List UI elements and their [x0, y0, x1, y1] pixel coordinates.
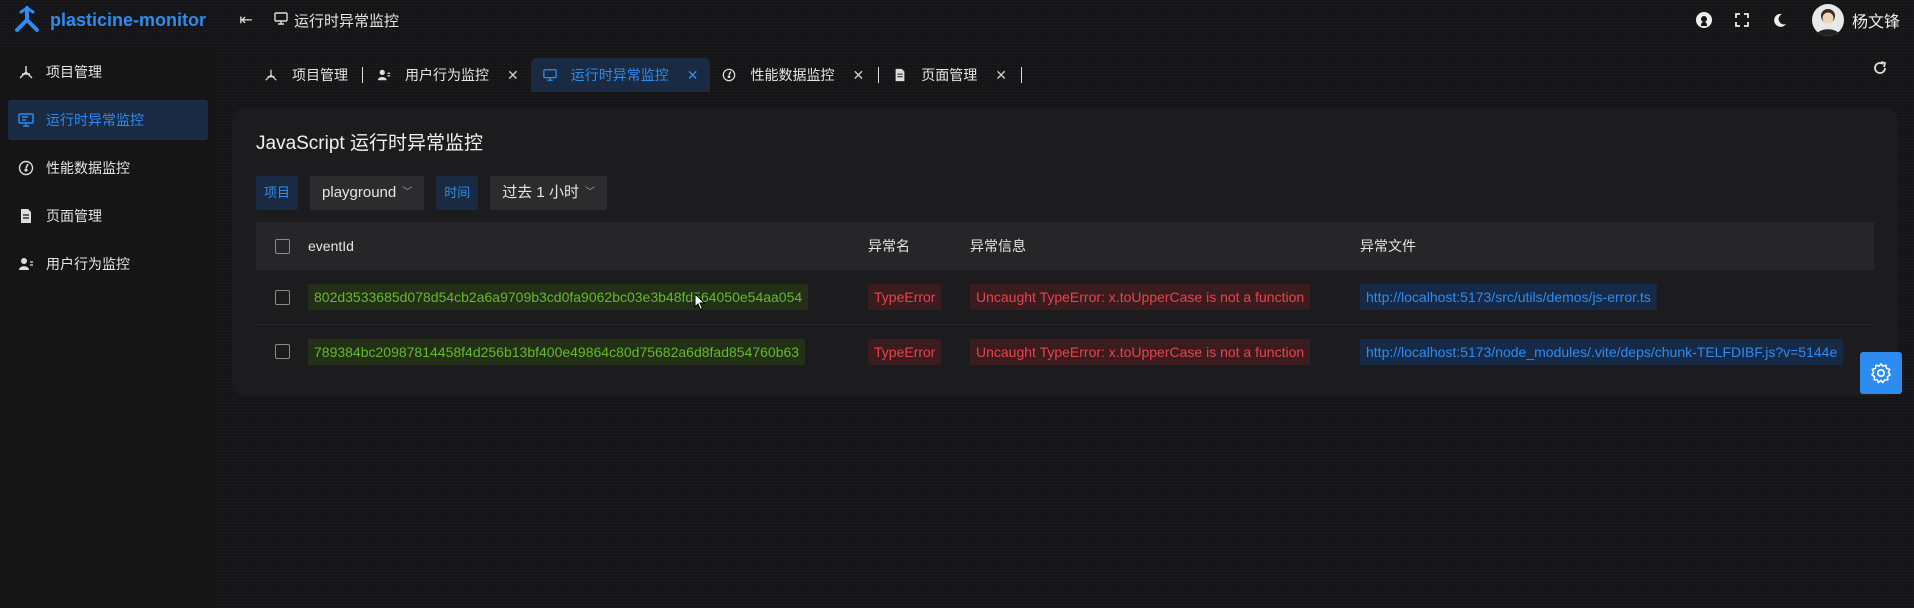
- page-title: 运行时异常监控: [294, 12, 400, 30]
- project-select-value: playground: [322, 184, 397, 201]
- gear-icon: [1871, 363, 1891, 384]
- tab-performance[interactable]: 性能数据监控 ✕: [710, 58, 876, 92]
- user-behavior-icon: [377, 68, 391, 82]
- main-card: JavaScript 运行时异常监控 项目 playground ﹀ 时间 过去…: [232, 108, 1898, 396]
- user-name[interactable]: 杨文锋: [1852, 8, 1900, 32]
- performance-icon: [16, 160, 36, 176]
- sidebar-item-label: 性能数据监控: [46, 160, 130, 176]
- top-bar: plasticine-monitor ⇤ 运行时异常监控 杨文锋: [0, 0, 1914, 40]
- dark-mode-icon[interactable]: [1770, 10, 1790, 30]
- time-select[interactable]: 过去 1 小时 ﹀: [490, 176, 607, 210]
- page-icon: [16, 208, 36, 224]
- column-header[interactable]: eventId: [308, 238, 868, 254]
- monitor-icon: [16, 112, 36, 128]
- sidebar-item-label: 页面管理: [46, 208, 102, 224]
- sidebar-item-label: 运行时异常监控: [46, 112, 144, 128]
- table-row[interactable]: 789384bc20987814458f4d256b13bf400e49864c…: [256, 324, 1874, 378]
- tab-project[interactable]: 项目管理: [252, 58, 360, 92]
- error-message: Uncaught TypeError: x.toUpperCase is not…: [970, 284, 1311, 310]
- error-name: TypeError: [868, 338, 942, 365]
- project-select[interactable]: playground ﹀: [310, 176, 425, 210]
- sidebar-item-pages[interactable]: 页面管理: [8, 196, 208, 236]
- refresh-icon[interactable]: [1872, 60, 1888, 80]
- page-icon: [893, 68, 907, 82]
- close-icon[interactable]: ✕: [995, 67, 1007, 84]
- chevron-down-icon: ﹀: [402, 187, 413, 198]
- close-icon[interactable]: ✕: [687, 67, 699, 84]
- tab-divider: [878, 67, 880, 83]
- event-id[interactable]: 802d3533685d078d54cb2a6a9709b3cd0fa9062b…: [308, 284, 809, 310]
- error-message: Uncaught TypeError: x.toUpperCase is not…: [970, 338, 1311, 365]
- project-filter-label: 项目: [256, 176, 299, 210]
- breadcrumb: 运行时异常监控: [274, 10, 399, 31]
- tab-pages[interactable]: 页面管理 ✕: [881, 58, 1019, 92]
- logo-icon: [15, 6, 39, 32]
- top-right-actions: 杨文锋: [1676, 0, 1900, 40]
- error-file-link[interactable]: http://localhost:5173/src/utils/demos/js…: [1360, 284, 1657, 310]
- error-name: TypeError: [868, 284, 942, 310]
- card-title: JavaScript 运行时异常监控: [256, 133, 483, 154]
- sidebar-item-label: 用户行为监控: [46, 256, 130, 272]
- project-icon: [264, 68, 278, 82]
- filter-bar: 项目 playground ﹀ 时间 过去 1 小时 ﹀: [256, 176, 619, 210]
- monitor-icon: [274, 11, 288, 29]
- tab-runtime-errors[interactable]: 运行时异常监控 ✕: [530, 58, 711, 92]
- table-header: eventId 异常名 异常信息 异常文件: [256, 222, 1874, 270]
- mouse-cursor-icon: [694, 293, 706, 311]
- sidebar-item-project[interactable]: 项目管理: [8, 52, 208, 92]
- tab-label: 页面管理: [921, 67, 978, 83]
- time-filter-label: 时间: [436, 176, 479, 210]
- tab-divider: [1020, 67, 1022, 83]
- collapse-sidebar-icon[interactable]: ⇤: [236, 10, 256, 30]
- close-icon[interactable]: ✕: [852, 67, 864, 84]
- column-header[interactable]: 异常文件: [1360, 236, 1874, 256]
- settings-button[interactable]: [1860, 352, 1902, 394]
- sidebar-item-user-behavior[interactable]: 用户行为监控: [8, 244, 208, 284]
- table-row[interactable]: 802d3533685d078d54cb2a6a9709b3cd0fa9062b…: [256, 270, 1874, 324]
- column-header[interactable]: 异常信息: [970, 236, 1360, 256]
- error-table: eventId 异常名 异常信息 异常文件 802d3533685d078d54…: [256, 222, 1874, 378]
- tab-label: 运行时异常监控: [570, 67, 669, 83]
- column-header[interactable]: 异常名: [868, 236, 970, 256]
- logo[interactable]: plasticine-monitor: [12, 5, 232, 35]
- sidebar-item-performance[interactable]: 性能数据监控: [8, 148, 208, 188]
- select-all-checkbox[interactable]: [274, 238, 290, 254]
- monitor-icon: [542, 68, 557, 82]
- chevron-down-icon: ﹀: [584, 187, 595, 198]
- sidebar-item-label: 项目管理: [46, 64, 102, 80]
- user-behavior-icon: [16, 256, 36, 272]
- tab-label: 用户行为监控: [405, 67, 489, 83]
- event-id[interactable]: 789384bc20987814458f4d256b13bf400e49864c…: [308, 338, 806, 365]
- github-icon[interactable]: [1694, 10, 1714, 30]
- fullscreen-icon[interactable]: [1732, 10, 1752, 30]
- error-file-link[interactable]: http://localhost:5173/node_modules/.vite…: [1360, 338, 1844, 365]
- time-select-value: 过去 1 小时: [502, 184, 579, 201]
- tab-user-behavior[interactable]: 用户行为监控 ✕: [365, 58, 531, 92]
- tab-bar: 项目管理 用户行为监控 ✕ 运行时异常监控 ✕ 性能数据监控 ✕ 页面管理 ✕: [252, 58, 1024, 92]
- sidebar-item-runtime-errors[interactable]: 运行时异常监控: [8, 100, 208, 140]
- row-checkbox[interactable]: [274, 289, 290, 305]
- close-icon[interactable]: ✕: [507, 67, 519, 84]
- avatar[interactable]: [1811, 4, 1844, 36]
- app-name: plasticine-monitor: [50, 9, 207, 30]
- sidebar: 项目管理 运行时异常监控 性能数据监控 页面管理 用户行为监控: [0, 52, 216, 608]
- tab-label: 项目管理: [292, 67, 348, 83]
- performance-icon: [722, 68, 736, 82]
- project-icon: [16, 64, 36, 80]
- row-checkbox[interactable]: [274, 344, 290, 359]
- tab-label: 性能数据监控: [750, 67, 835, 83]
- tab-divider: [362, 67, 363, 83]
